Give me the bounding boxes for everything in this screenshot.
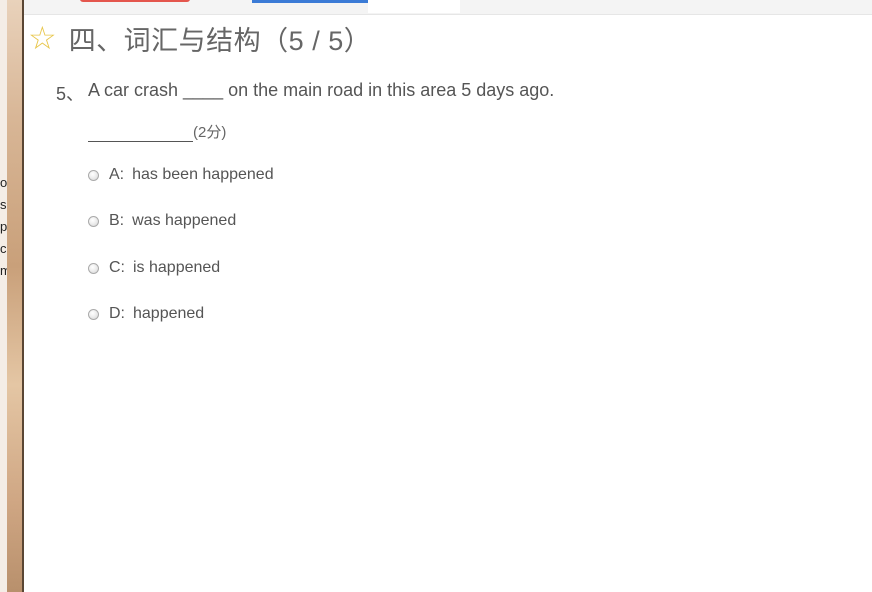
section-header: ☆ 四、词汇与结构（5 / 5） (28, 18, 371, 58)
background-text: o (0, 175, 7, 190)
radio-button[interactable] (88, 215, 99, 227)
background-text: s (0, 197, 7, 212)
background-text: ca (0, 241, 7, 256)
option-text: is happened (133, 259, 221, 276)
option-key: D: (109, 305, 125, 322)
top-navigation-remnant (24, 0, 872, 15)
radio-button[interactable] (88, 169, 99, 181)
option-c[interactable]: C: is happened (88, 257, 220, 279)
option-text: happened (133, 305, 205, 322)
answer-blank: (2分) (88, 121, 226, 142)
question-number: 5、 (56, 84, 85, 104)
blank-underline (88, 123, 193, 142)
active-tab-indicator (252, 0, 370, 3)
background-window-edge (0, 0, 7, 592)
option-key: A: (109, 166, 125, 183)
option-key: C: (109, 259, 125, 276)
section-title: 四、词汇与结构（5 / 5） (68, 25, 372, 56)
option-d[interactable]: D: happened (88, 303, 204, 325)
option-text: has been happened (132, 166, 274, 183)
star-outline-icon[interactable]: ☆ (28, 22, 57, 54)
option-b[interactable]: B: was happened (88, 210, 236, 232)
red-label-remnant (80, 0, 190, 2)
background-text: p (0, 219, 7, 234)
background-window-strip: o s p ca m (0, 0, 24, 592)
question: 5、 A car crash ____ on the main road in … (56, 80, 554, 106)
question-points: (2分) (193, 124, 227, 141)
question-text: A car crash ____ on the main road in thi… (88, 80, 555, 100)
radio-button[interactable] (88, 262, 99, 274)
radio-button[interactable] (88, 308, 99, 320)
tab-remnant[interactable] (368, 0, 460, 13)
option-a[interactable]: A: has been happened (88, 164, 274, 186)
window-border (22, 0, 24, 592)
option-text: was happened (132, 212, 237, 229)
option-key: B: (109, 212, 125, 229)
background-text: m (0, 263, 7, 278)
